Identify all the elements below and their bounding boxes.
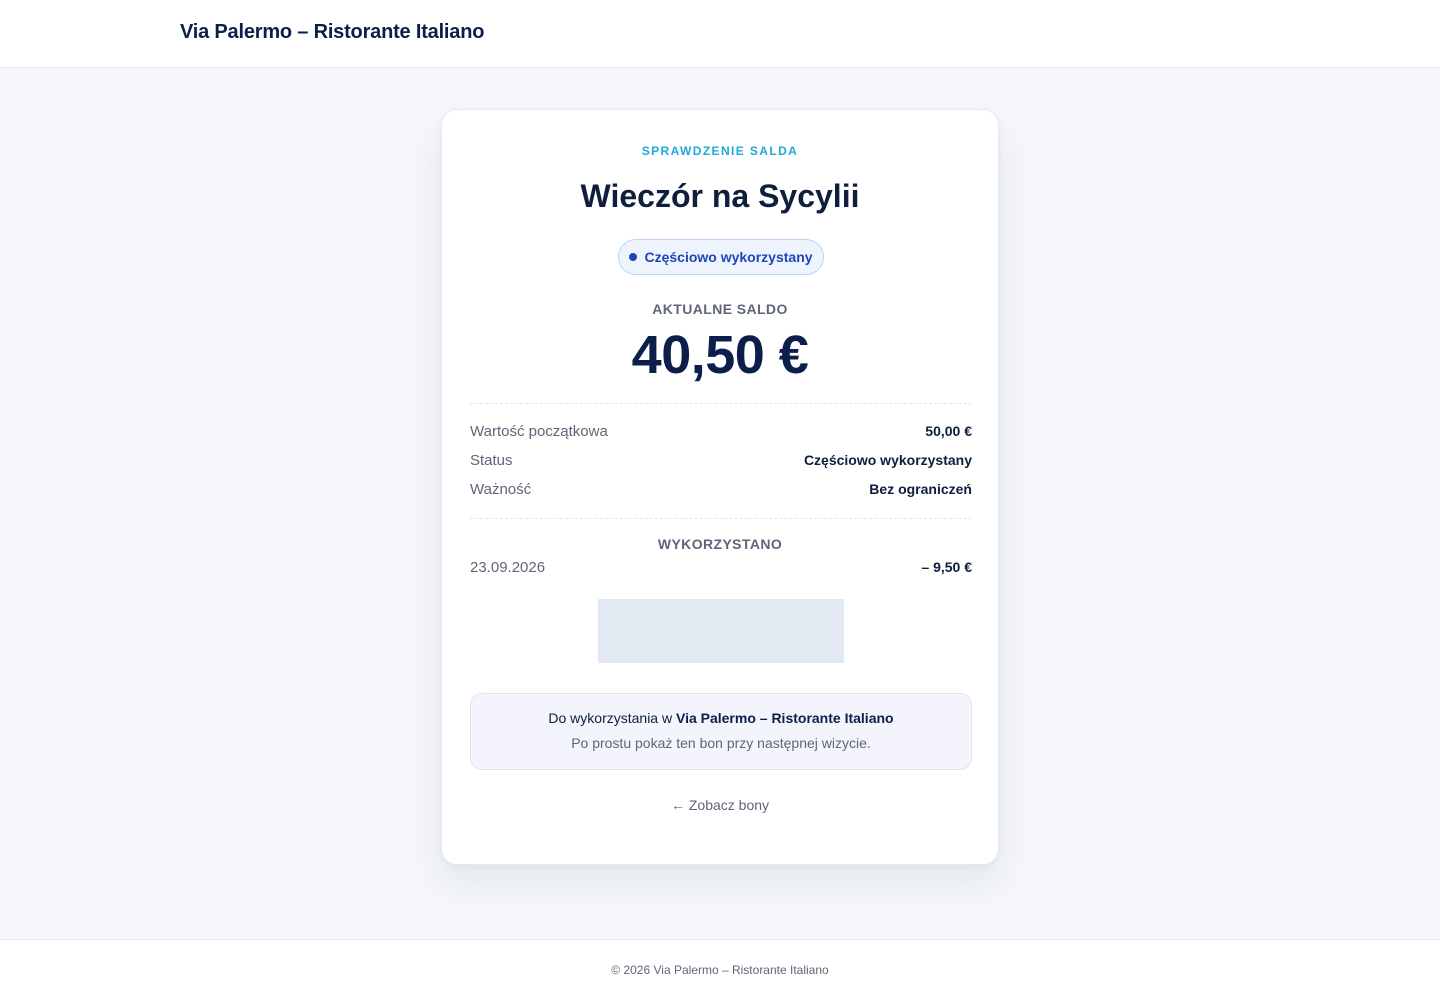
transaction-row: 23.09.2026 – 9,50 € xyxy=(470,557,972,577)
detail-label: Status xyxy=(470,451,513,469)
detail-value: Bez ograniczeń xyxy=(869,481,972,497)
footer: © 2026 Via Palermo – Ristorante Italiano xyxy=(0,939,1440,1000)
usage-info-hint: Po prostu pokaż ten bon przy następnej w… xyxy=(571,735,871,751)
transaction-date: 23.09.2026 xyxy=(470,558,546,576)
divider xyxy=(470,518,972,519)
footer-copyright: © 2026 Via Palermo – Ristorante Italiano xyxy=(611,963,829,977)
detail-row-validity: Ważność Bez ograniczeń xyxy=(470,479,972,499)
top-bar: Via Palermo – Ristorante Italiano xyxy=(0,0,1440,68)
usage-info-venue-line: Do wykorzystania w Via Palermo – Ristora… xyxy=(471,710,971,726)
voucher-title: Wieczór na Sycylii xyxy=(580,178,860,214)
detail-value: Częściowo wykorzystany xyxy=(803,452,972,468)
transaction-amount: – 9,50 € xyxy=(921,559,972,575)
balance-amount: 40,50 € xyxy=(631,325,809,385)
detail-row-initial-value: Wartość początkowa 50,00 € xyxy=(470,421,972,441)
used-section-label: WYKORZYSTANO xyxy=(657,536,783,552)
voucher-card: SPRAWDZENIE SALDA Wieczór na Sycylii Czę… xyxy=(441,109,999,865)
view-vouchers-link[interactable]: ← Zobacz bony xyxy=(442,797,998,813)
detail-value: 50,00 € xyxy=(925,423,972,439)
detail-row-status: Status Częściowo wykorzystany xyxy=(470,450,972,470)
status-badge-label: Częściowo wykorzystany xyxy=(644,249,813,265)
divider xyxy=(470,403,972,404)
barcode-placeholder xyxy=(598,599,844,663)
usage-info-venue: Via Palermo – Ristorante Italiano xyxy=(675,710,894,726)
detail-label: Ważność xyxy=(470,480,532,498)
brand-link[interactable]: Via Palermo – Ristorante Italiano xyxy=(180,21,484,44)
balance-label: AKTUALNE SALDO xyxy=(652,301,788,317)
usage-info-prefix: Do wykorzystania w xyxy=(548,710,673,726)
usage-info-box: Do wykorzystania w Via Palermo – Ristora… xyxy=(470,693,972,770)
eyebrow-label: SPRAWDZENIE SALDA xyxy=(641,144,799,158)
status-dot-icon xyxy=(629,253,638,261)
status-badge: Częściowo wykorzystany xyxy=(618,239,824,275)
detail-label: Wartość początkowa xyxy=(470,422,608,440)
